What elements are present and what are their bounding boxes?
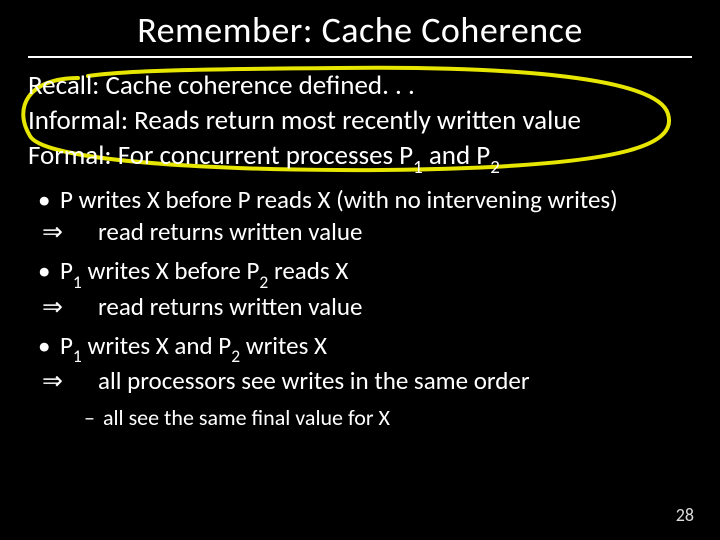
bullet-1: P writes X before P reads X (with no int… (60, 184, 692, 249)
bullet-1-impl: ⇒read returns written value (70, 216, 692, 249)
slide-title: Remember: Cache Coherence (28, 8, 692, 52)
bullet-3: P1 writes X and P2 writes X ⇒all process… (60, 330, 692, 398)
sub-2: 2 (490, 156, 500, 179)
sub-1: 1 (413, 156, 423, 179)
b3-mid2: writes X (240, 330, 327, 361)
b2-s2: 2 (259, 271, 268, 293)
implies-icon: ⇒ (70, 217, 98, 249)
bullet-1-main: P writes X before P reads X (with no int… (60, 184, 618, 215)
bullet-3-impl-text: all processors see writes in the same or… (98, 365, 530, 396)
bullet-2-impl: ⇒read returns written value (70, 291, 692, 324)
recall-line: Recall: Cache coherence defined. . . (28, 68, 692, 103)
bullet-3-main: P1 writes X and P2 writes X (60, 330, 327, 361)
bullet-list: P writes X before P reads X (with no int… (28, 184, 692, 398)
intro-block: Recall: Cache coherence defined. . . Inf… (28, 68, 692, 178)
b2-mid2: reads X (268, 255, 348, 286)
formal-pre: Formal: For concurrent processes P (28, 139, 413, 172)
bullet-3-impl: ⇒all processors see writes in the same o… (70, 365, 692, 398)
b2-mid1: writes X before P (82, 255, 260, 286)
title-underline (28, 56, 692, 58)
b3-mid1: writes X and P (82, 330, 231, 361)
sub-dash-list: all see the same final value for X (28, 404, 692, 431)
implies-icon: ⇒ (70, 366, 98, 398)
page-number: 28 (676, 504, 694, 526)
implies-icon: ⇒ (70, 292, 98, 324)
bullet-2: P1 writes X before P2 reads X ⇒read retu… (60, 255, 692, 323)
bullet-2-impl-text: read returns written value (98, 291, 362, 322)
b3-s2: 2 (231, 345, 240, 367)
formal-mid: and P (423, 139, 490, 172)
b3-p1: P (60, 330, 73, 361)
sub-dash-item: all see the same final value for X (84, 404, 692, 431)
b2-s1: 1 (73, 271, 82, 293)
bullet-2-main: P1 writes X before P2 reads X (60, 255, 348, 286)
bullet-1-impl-text: read returns written value (98, 216, 362, 247)
formal-line: Formal: For concurrent processes P1 and … (28, 138, 692, 178)
informal-line: Informal: Reads return most recently wri… (28, 103, 692, 138)
b3-s1: 1 (73, 345, 82, 367)
slide: Remember: Cache Coherence Recall: Cache … (0, 0, 720, 540)
b2-p1: P (60, 255, 73, 286)
